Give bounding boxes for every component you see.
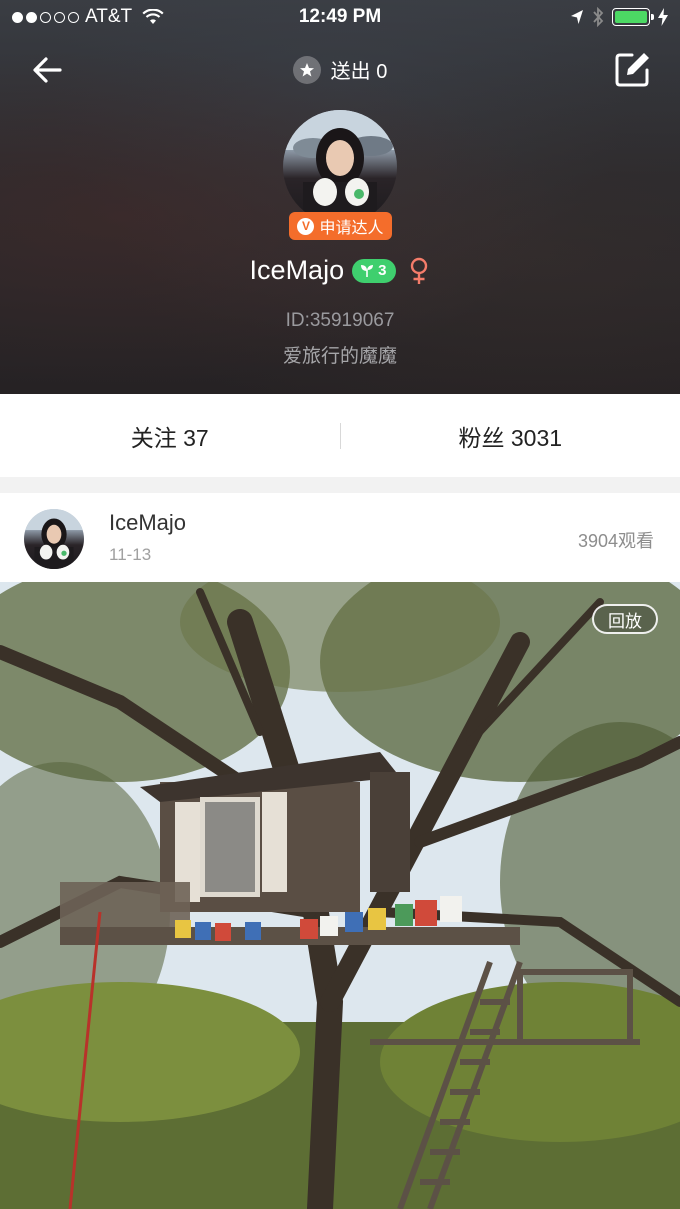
post-avatar[interactable] bbox=[24, 509, 84, 569]
edit-profile-button[interactable] bbox=[614, 50, 652, 88]
battery-icon bbox=[612, 8, 654, 26]
level-badge: 3 bbox=[352, 258, 397, 283]
sent-gifts-count[interactable]: 送出 0 bbox=[0, 55, 680, 84]
followers-count[interactable]: 粉丝 3031 bbox=[341, 419, 680, 453]
post-avatar-image bbox=[24, 509, 84, 569]
bluetooth-icon bbox=[593, 7, 604, 27]
edit-icon bbox=[615, 53, 649, 87]
apply-badge-label: 申请达人 bbox=[319, 220, 384, 237]
location-arrow-icon bbox=[571, 10, 583, 24]
post-username[interactable]: IceMajo bbox=[109, 510, 186, 536]
stats-bar: 关注 37 粉丝 3031 bbox=[0, 394, 680, 477]
status-bar: AT&T 12:49 PM bbox=[0, 0, 680, 36]
battery-fill bbox=[615, 11, 647, 23]
apply-expert-badge[interactable]: V 申请达人 bbox=[289, 212, 392, 240]
post-header[interactable]: IceMajo 11-13 3904观看 bbox=[0, 493, 680, 582]
post-date: 11-13 bbox=[109, 545, 152, 564]
status-right bbox=[570, 7, 668, 27]
profile-username: IceMajo bbox=[249, 255, 345, 285]
star-icon bbox=[292, 55, 321, 84]
profile-header: AT&T 12:49 PM 送出 0 V 申请达人 IceMajo 3 ID:3… bbox=[0, 0, 680, 394]
female-icon bbox=[411, 257, 428, 284]
sprout-icon bbox=[361, 264, 374, 277]
name-row: IceMajo 3 bbox=[0, 255, 680, 286]
following-count[interactable]: 关注 37 bbox=[0, 419, 340, 453]
post-photo[interactable]: 回放 bbox=[0, 582, 680, 1209]
level-value: 3 bbox=[378, 262, 387, 279]
avatar-image bbox=[283, 110, 397, 224]
avatar[interactable] bbox=[283, 110, 397, 224]
charging-bolt-icon bbox=[658, 8, 668, 26]
replay-badge[interactable]: 回放 bbox=[592, 604, 658, 634]
treehouse-photo bbox=[0, 582, 680, 1209]
view-count: 3904观看 bbox=[577, 531, 654, 551]
section-divider bbox=[0, 477, 680, 493]
user-id: ID:35919067 bbox=[285, 310, 395, 331]
v-icon: V bbox=[297, 217, 315, 235]
sent-label: 送出 0 bbox=[330, 61, 388, 83]
user-bio: 爱旅行的魔魔 bbox=[282, 346, 397, 367]
